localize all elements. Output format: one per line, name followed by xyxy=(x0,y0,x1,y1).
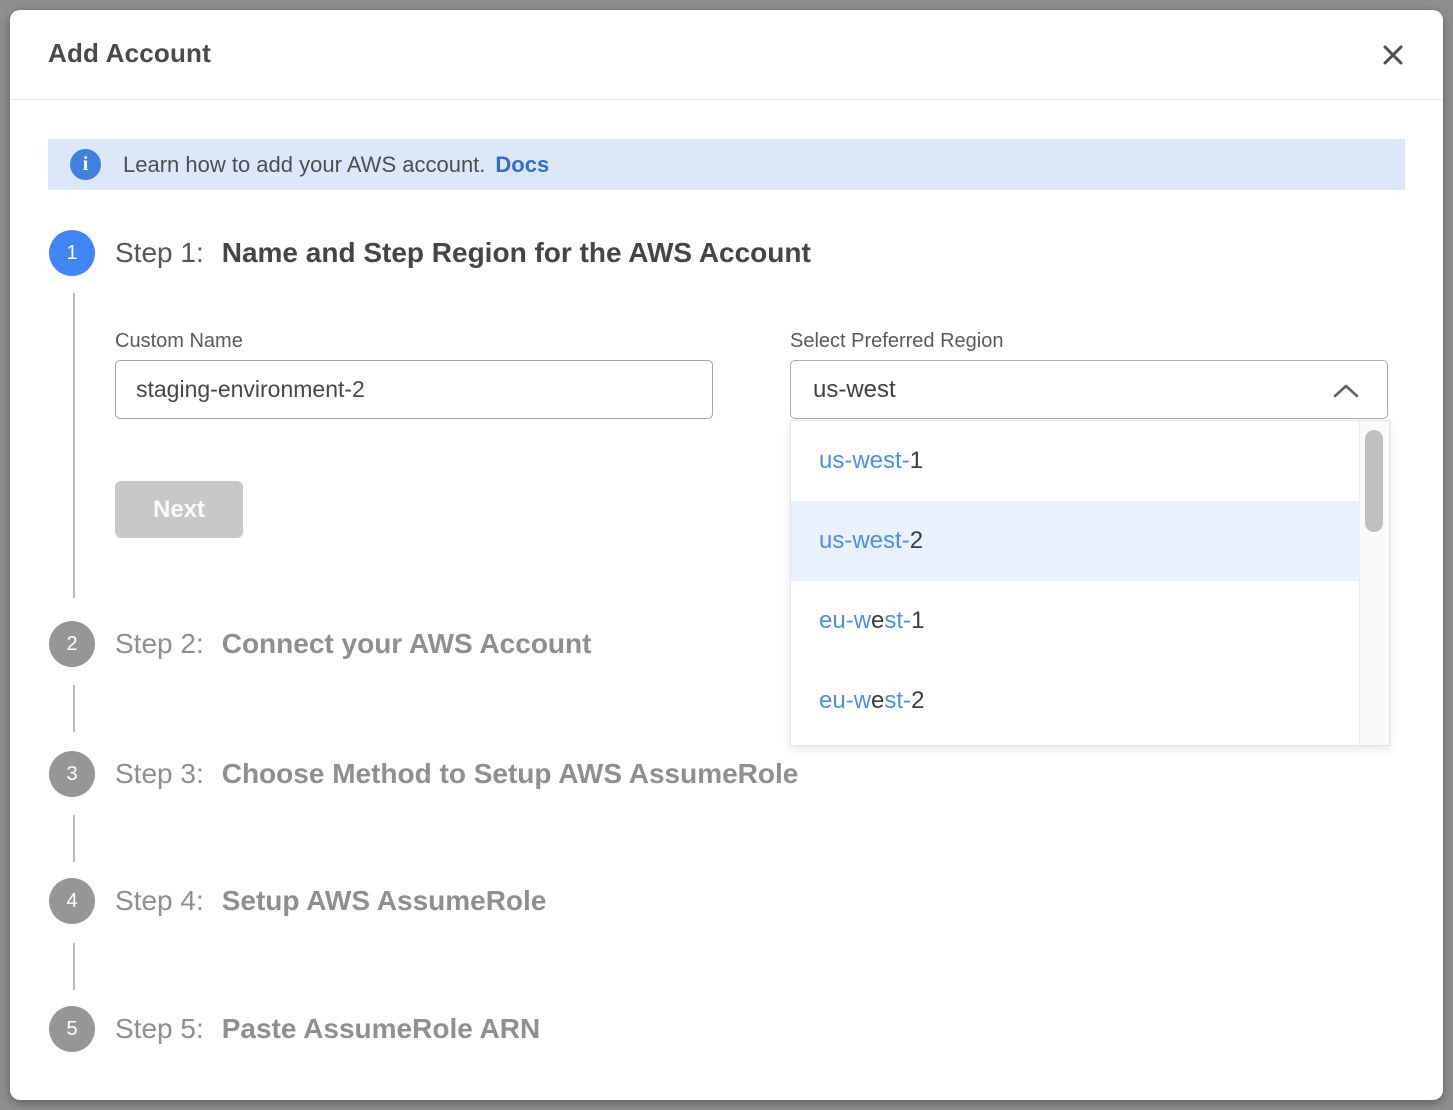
step-2-title: Connect your AWS Account xyxy=(222,628,592,660)
add-account-modal: Add Account i Learn how to add your AWS … xyxy=(10,10,1443,1100)
banner-text: Learn how to add your AWS account. xyxy=(123,152,485,178)
step-4-title: Setup AWS AssumeRole xyxy=(222,885,547,917)
region-option-eu-west-2[interactable]: eu-west-2 xyxy=(791,661,1359,741)
option-text-segment: e xyxy=(871,687,884,715)
option-text-segment: us-west- xyxy=(819,527,910,555)
custom-name-label: Custom Name xyxy=(115,330,243,353)
modal-header: Add Account xyxy=(10,10,1443,100)
info-icon: i xyxy=(70,149,101,180)
dropdown-scrollbar-track[interactable] xyxy=(1359,421,1389,745)
step-2-number: 2 xyxy=(66,633,77,656)
option-text-segment: e xyxy=(871,607,884,635)
step-2-heading: Step 2: Connect your AWS Account xyxy=(115,621,591,667)
step-3-number: 3 xyxy=(66,763,77,786)
docs-link[interactable]: Docs xyxy=(495,152,549,178)
step-1-title: Name and Step Region for the AWS Account xyxy=(222,237,811,269)
region-select[interactable]: us-west xyxy=(790,360,1388,419)
step-2-prefix: Step 2: xyxy=(115,628,204,660)
step-1-heading: Step 1: Name and Step Region for the AWS… xyxy=(115,230,811,276)
option-text-segment: 2 xyxy=(910,527,923,555)
step-4-heading: Step 4: Setup AWS AssumeRole xyxy=(115,878,546,924)
region-label: Select Preferred Region xyxy=(790,330,1003,353)
step-5-heading: Step 5: Paste AssumeRole ARN xyxy=(115,1006,540,1052)
close-icon xyxy=(1380,42,1406,71)
option-text-segment: us-west- xyxy=(819,447,910,475)
step-3-prefix: Step 3: xyxy=(115,758,204,790)
step-3-title: Choose Method to Setup AWS AssumeRole xyxy=(222,758,799,790)
step-4-prefix: Step 4: xyxy=(115,885,204,917)
region-option-us-west-1[interactable]: us-west-1 xyxy=(791,421,1359,501)
step-1-prefix: Step 1: xyxy=(115,237,204,269)
step-1-indicator: 1 xyxy=(49,230,95,276)
option-text-segment: 2 xyxy=(911,687,924,715)
region-option-eu-west-1[interactable]: eu-west-1 xyxy=(791,581,1359,661)
option-text-segment: 1 xyxy=(910,447,923,475)
step-connector-4-5 xyxy=(73,943,75,990)
step-3-indicator: 3 xyxy=(49,751,95,797)
step-4-indicator: 4 xyxy=(49,878,95,924)
region-option-us-west-2[interactable]: us-west-2 xyxy=(791,501,1359,581)
option-text-segment: eu-w xyxy=(819,607,871,635)
option-text-segment: st- xyxy=(884,607,911,635)
close-button[interactable] xyxy=(1375,38,1411,74)
option-text-segment: eu-w xyxy=(819,687,871,715)
step-5-prefix: Step 5: xyxy=(115,1013,204,1045)
step-5-indicator: 5 xyxy=(49,1006,95,1052)
step-2-indicator: 2 xyxy=(49,621,95,667)
step-connector-3-4 xyxy=(73,815,75,862)
next-button[interactable]: Next xyxy=(115,481,243,538)
step-3-heading: Step 3: Choose Method to Setup AWS Assum… xyxy=(115,751,798,797)
region-dropdown: us-west-1us-west-2eu-west-1eu-west-2 xyxy=(790,420,1390,746)
step-5-title: Paste AssumeRole ARN xyxy=(222,1013,540,1045)
step-1-number: 1 xyxy=(66,242,77,265)
step-5-number: 5 xyxy=(66,1018,77,1041)
step-connector-1-2 xyxy=(73,293,75,598)
option-text-segment: st- xyxy=(884,687,911,715)
step-connector-2-3 xyxy=(73,685,75,732)
region-options-list: us-west-1us-west-2eu-west-1eu-west-2 xyxy=(791,421,1359,745)
info-banner: i Learn how to add your AWS account. Doc… xyxy=(48,139,1405,190)
region-select-value: us-west xyxy=(813,376,896,404)
dropdown-scrollbar-thumb[interactable] xyxy=(1365,430,1383,532)
option-text-segment: 1 xyxy=(911,607,924,635)
chevron-up-icon xyxy=(1333,384,1359,403)
custom-name-input[interactable] xyxy=(115,360,713,419)
step-4-number: 4 xyxy=(66,890,77,913)
modal-title: Add Account xyxy=(48,38,211,69)
